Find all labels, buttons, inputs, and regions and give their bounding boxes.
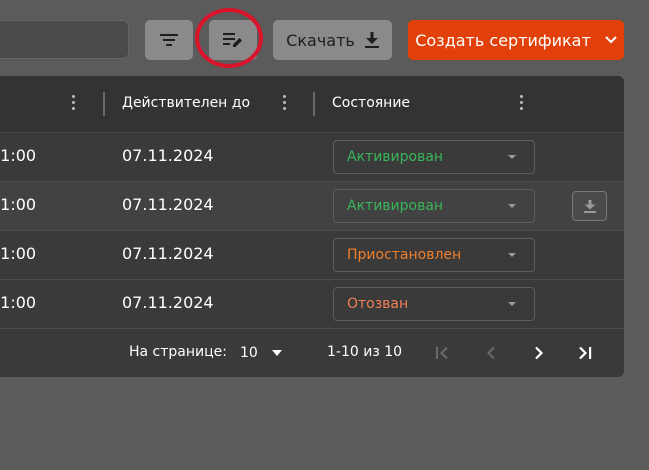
table-row[interactable]: 11:00 07.11.2024 Активирован — [0, 133, 624, 182]
status-value: Приостановлен — [347, 247, 462, 263]
download-icon — [364, 32, 379, 48]
filter-button[interactable] — [145, 20, 193, 60]
cell-valid-until: 07.11.2024 — [122, 293, 214, 312]
cell-from: 11:00 — [0, 195, 37, 214]
status-value: Отозван — [347, 296, 409, 312]
status-value: Активирован — [347, 149, 444, 165]
chevron-down-icon — [605, 36, 617, 44]
column-resize-handle[interactable] — [313, 92, 315, 116]
kebab-icon[interactable] — [520, 95, 524, 113]
table-row[interactable]: 11:00 07.11.2024 Активирован — [0, 182, 624, 231]
next-page-button[interactable] — [530, 344, 548, 362]
table-header: а Действителен до Состояние — [0, 76, 624, 133]
download-label: Скачать — [286, 30, 355, 50]
table-row[interactable]: 11:00 07.11.2024 Приостановлен — [0, 231, 624, 280]
caret-down-icon — [508, 302, 516, 306]
per-page-label: На странице: — [129, 344, 227, 360]
caret-down-icon — [508, 253, 516, 257]
filter-icon — [160, 34, 178, 46]
create-certificate-button[interactable]: Создать сертификат — [408, 20, 624, 60]
page-range: 1-10 из 10 — [327, 344, 403, 360]
cell-valid-until: 07.11.2024 — [122, 244, 214, 263]
pagination: На странице: 10 1-10 из 10 — [0, 328, 624, 377]
download-button[interactable]: Скачать — [273, 20, 392, 60]
download-icon — [583, 199, 596, 213]
caret-down-icon — [271, 350, 282, 356]
cell-from: 11:00 — [0, 293, 37, 312]
first-page-button[interactable] — [433, 344, 451, 362]
list-edit-icon — [223, 33, 242, 47]
status-select[interactable]: Отозван — [333, 287, 535, 321]
cell-from: 11:00 — [0, 244, 37, 263]
first-page-icon — [436, 346, 448, 360]
cell-valid-until: 07.11.2024 — [122, 146, 214, 165]
per-page-value: 10 — [240, 345, 258, 361]
edit-columns-button[interactable] — [209, 20, 257, 60]
cell-from: 11:00 — [0, 146, 37, 165]
kebab-icon[interactable] — [72, 95, 76, 113]
table-row[interactable]: 11:00 07.11.2024 Отозван — [0, 280, 624, 329]
kebab-icon[interactable] — [283, 95, 287, 113]
caret-down-icon — [508, 155, 516, 159]
search-input[interactable] — [0, 20, 129, 59]
prev-page-button[interactable] — [482, 344, 500, 362]
row-download-button[interactable] — [572, 191, 607, 221]
chevron-right-icon — [535, 346, 544, 360]
status-select[interactable]: Приостановлен — [333, 238, 535, 272]
last-page-icon — [579, 346, 592, 360]
create-certificate-label: Создать сертификат — [415, 30, 591, 50]
per-page-select[interactable]: 10 — [240, 342, 282, 364]
cell-valid-until: 07.11.2024 — [122, 195, 214, 214]
status-select[interactable]: Активирован — [333, 140, 535, 174]
status-value: Активирован — [347, 198, 444, 214]
chevron-left-icon — [487, 346, 495, 360]
last-page-button[interactable] — [576, 344, 594, 362]
column-header-status: Состояние — [332, 95, 411, 111]
column-header-valid-until: Действителен до — [122, 95, 251, 111]
caret-down-icon — [508, 204, 516, 208]
certificates-table: а Действителен до Состояние 11:00 07.11.… — [0, 76, 624, 377]
status-select[interactable]: Активирован — [333, 189, 535, 223]
column-resize-handle[interactable] — [103, 92, 105, 116]
